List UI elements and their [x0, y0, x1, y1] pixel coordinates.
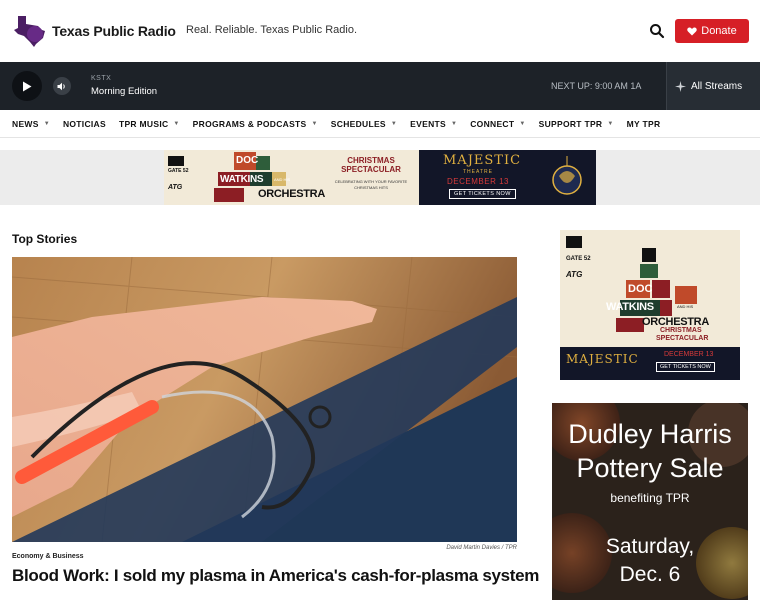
nav-item-news[interactable]: NEWS ▼: [12, 119, 50, 129]
sidebar-ad-and-his: AND HIS: [677, 304, 694, 309]
sponsor-logo: ATG: [168, 184, 183, 191]
chevron-down-icon: ▼: [311, 120, 318, 127]
nav-item-label: SUPPORT TPR: [538, 118, 603, 129]
donate-label: Donate: [701, 25, 737, 37]
chevron-down-icon: ▼: [607, 120, 614, 127]
banner-ad-left-panel: GATE 52 ATG DOC WATKINS AND HIS ORCHESTR…: [164, 150, 419, 205]
nav-item-tpr-music[interactable]: TPR MUSIC ▼: [119, 119, 180, 129]
nav-item-noticias[interactable]: NOTICIAS: [63, 119, 106, 129]
venue-logo: GATE 52: [168, 168, 189, 174]
volume-button[interactable]: [53, 77, 71, 95]
streams-icon: [675, 80, 686, 92]
sidebar-ad-cta[interactable]: GET TICKETS NOW: [656, 362, 715, 372]
story-headline-link[interactable]: Blood Work: I sold my plasma in America'…: [12, 566, 539, 586]
sidebar-ad-watkins: WATKINS: [606, 301, 654, 313]
chevron-down-icon: ▼: [173, 120, 180, 127]
main-navigation: NEWS ▼ NOTICIAS TPR MUSIC ▼ PROGRAMS & PODCAS…: [0, 110, 760, 138]
heart-icon: [687, 27, 697, 35]
all-streams-button[interactable]: All Streams: [666, 62, 760, 110]
now-playing-program: Morning Edition: [91, 86, 158, 97]
banner-ad-area: GATE 52 ATG DOC WATKINS AND HIS ORCHESTR…: [0, 150, 760, 205]
site-tagline: Real. Reliable. Texas Public Radio.: [186, 24, 357, 36]
pottery-day: Saturday,: [605, 535, 695, 558]
sidebar-ad-doc: DOC: [628, 283, 653, 295]
logo-text: Texas Public Radio: [52, 23, 176, 39]
nav-item-schedules[interactable]: SCHEDULES ▼: [331, 119, 397, 129]
search-icon: [650, 24, 665, 39]
next-up-text: NEXT UP: 9:00 AM 1A: [551, 81, 642, 91]
ad-date: DECEMBER 13: [447, 177, 509, 186]
nav-item-label: MY TPR: [626, 118, 661, 129]
nav-item-label: TPR MUSIC: [118, 118, 169, 129]
chevron-down-icon: ▼: [43, 120, 50, 127]
sidebar-ad-theater: MAJESTIC: [566, 352, 639, 366]
nav-item-label: EVENTS: [410, 118, 446, 129]
banner-ad[interactable]: GATE 52 ATG DOC WATKINS AND HIS ORCHESTR…: [164, 150, 596, 205]
ornament-icon: [552, 156, 582, 195]
ad-title-orchestra: ORCHESTRA: [258, 188, 325, 200]
nav-item-programs-podcasts[interactable]: PROGRAMS & PODCASTS ▼: [193, 119, 318, 129]
chevron-down-icon: ▼: [519, 120, 526, 127]
sidebar-ad-concert[interactable]: GATE 52 ATG DOC WATKINS AND HIS ORCHESTR…: [560, 230, 740, 380]
pottery-date: Dec. 6: [619, 563, 681, 586]
banner-ad-right-panel: MAJESTIC THEATRE DECEMBER 13 GET TICKETS…: [419, 150, 596, 205]
sidebar-ad-pottery[interactable]: Dudley Harris Pottery Sale benefiting TP…: [552, 403, 748, 600]
ad-title-doc: DOC: [236, 155, 259, 166]
sidebar-sponsor-logo: ATG: [566, 270, 583, 279]
donate-button[interactable]: Donate: [675, 19, 749, 43]
all-streams-label: All Streams: [691, 80, 743, 92]
live-stream-player: KSTX Morning Edition NEXT UP: 9:00 AM 1A…: [0, 62, 760, 110]
texas-logo-icon: [14, 16, 45, 47]
nav-item-connect[interactable]: CONNECT ▼: [470, 119, 525, 129]
ad-theater-name: MAJESTIC: [443, 153, 522, 168]
nav-item-support-tpr[interactable]: SUPPORT TPR ▼: [539, 119, 614, 129]
volume-icon: [57, 82, 65, 90]
chevron-down-icon: ▼: [450, 120, 458, 127]
chevron-down-icon: ▼: [390, 120, 398, 127]
nav-item-events[interactable]: EVENTS ▼: [410, 119, 457, 129]
station-call-sign: KSTX: [91, 75, 112, 82]
sidebar-ad-date: DECEMBER 13: [664, 351, 714, 358]
ad-event-title: CHRISTMAS SPECTACULAR: [341, 156, 401, 174]
story-category-link[interactable]: Economy & Business: [12, 553, 84, 560]
section-title: Top Stories: [12, 232, 78, 246]
ad-theater-sub: THEATRE: [463, 169, 493, 175]
play-button[interactable]: [12, 71, 42, 101]
ad-event-tagline: CELEBRATING WITH YOUR FAVORITE CHRISTMAS…: [334, 179, 408, 190]
nav-item-label: CONNECT: [470, 118, 515, 129]
ad-cta-button[interactable]: GET TICKETS NOW: [449, 189, 516, 199]
sidebar-ad-event-2: SPECTACULAR: [656, 335, 709, 342]
hero-story-image[interactable]: [12, 257, 517, 542]
sidebar-ad-event-1: CHRISTMAS: [660, 327, 702, 334]
photo-credit: David Martin Davies / TPR: [446, 545, 517, 551]
nav-item-label: PROGRAMS & PODCASTS: [192, 118, 307, 129]
site-logo[interactable]: Texas Public Radio: [12, 14, 176, 48]
nav-item-label: SCHEDULES: [330, 118, 386, 129]
site-header: Texas Public Radio Real. Reliable. Texas…: [0, 0, 760, 62]
nav-item-label: NOTICIAS: [62, 118, 106, 129]
pottery-line1: Dudley Harris: [568, 419, 732, 449]
nav-item-my-tpr[interactable]: MY TPR: [627, 119, 661, 129]
pottery-subline: benefiting TPR: [610, 491, 690, 505]
ad-title-and-his: AND HIS: [274, 177, 291, 182]
play-icon: [23, 81, 32, 91]
hero-photo: [12, 257, 517, 542]
nav-item-label: NEWS: [12, 118, 39, 129]
ad-title-watkins: WATKINS: [220, 174, 264, 185]
pottery-line2: Pottery Sale: [576, 453, 724, 483]
search-button[interactable]: [648, 22, 666, 40]
sidebar-venue-logo: GATE 52: [566, 256, 591, 262]
